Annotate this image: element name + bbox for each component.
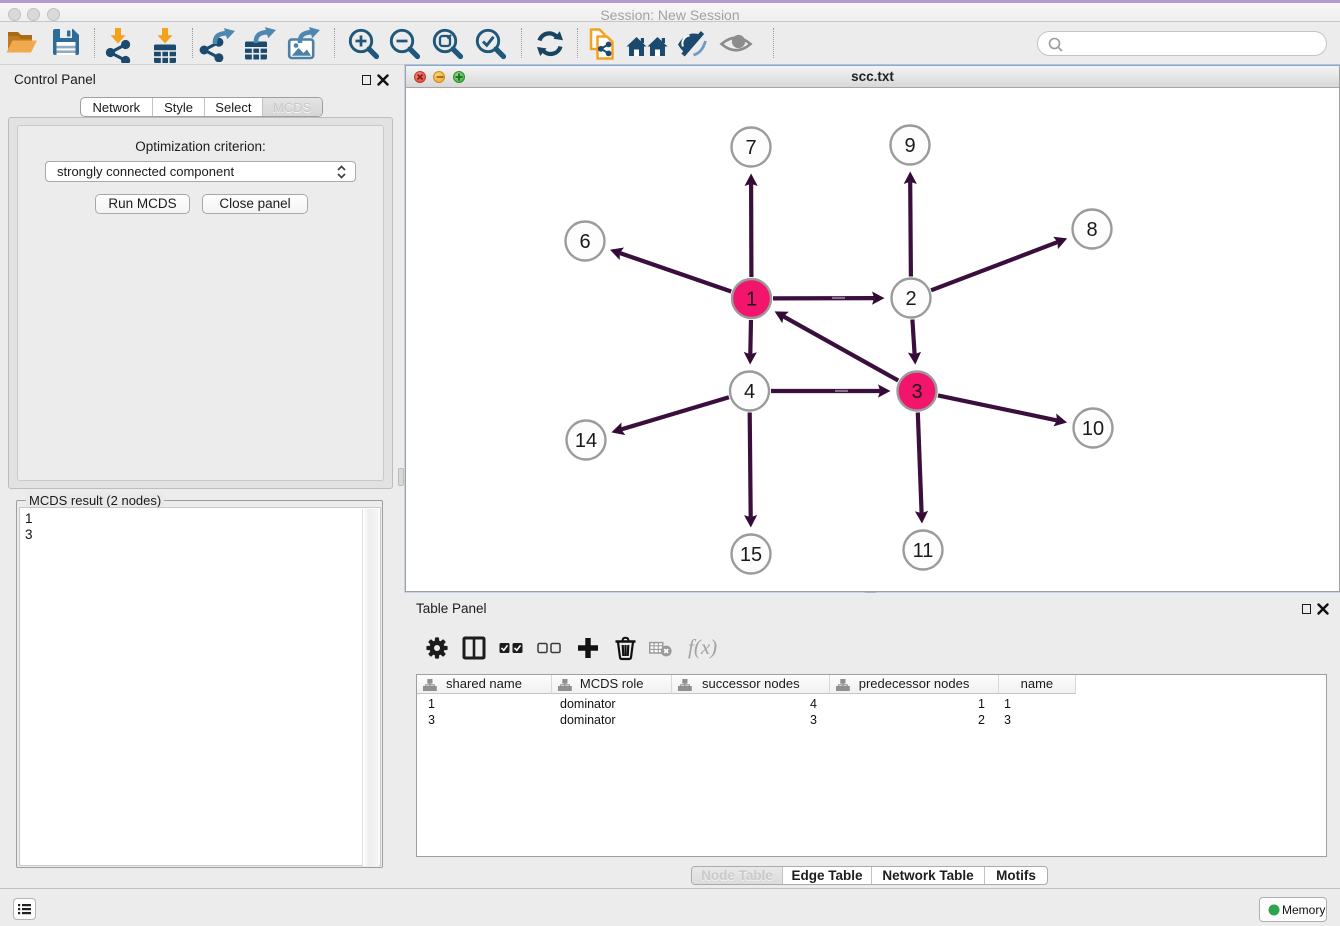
svg-text:9: 9: [904, 135, 915, 157]
svg-text:8: 8: [1086, 219, 1097, 241]
svg-text:6: 6: [579, 231, 590, 253]
svg-text:1: 1: [746, 289, 757, 311]
svg-text:14: 14: [575, 430, 597, 452]
svg-text:2: 2: [905, 288, 916, 310]
svg-text:3: 3: [911, 381, 922, 403]
svg-text:10: 10: [1082, 418, 1104, 440]
svg-text:4: 4: [744, 381, 755, 403]
svg-text:15: 15: [740, 544, 762, 566]
svg-text:7: 7: [745, 137, 756, 159]
svg-text:11: 11: [913, 540, 934, 562]
